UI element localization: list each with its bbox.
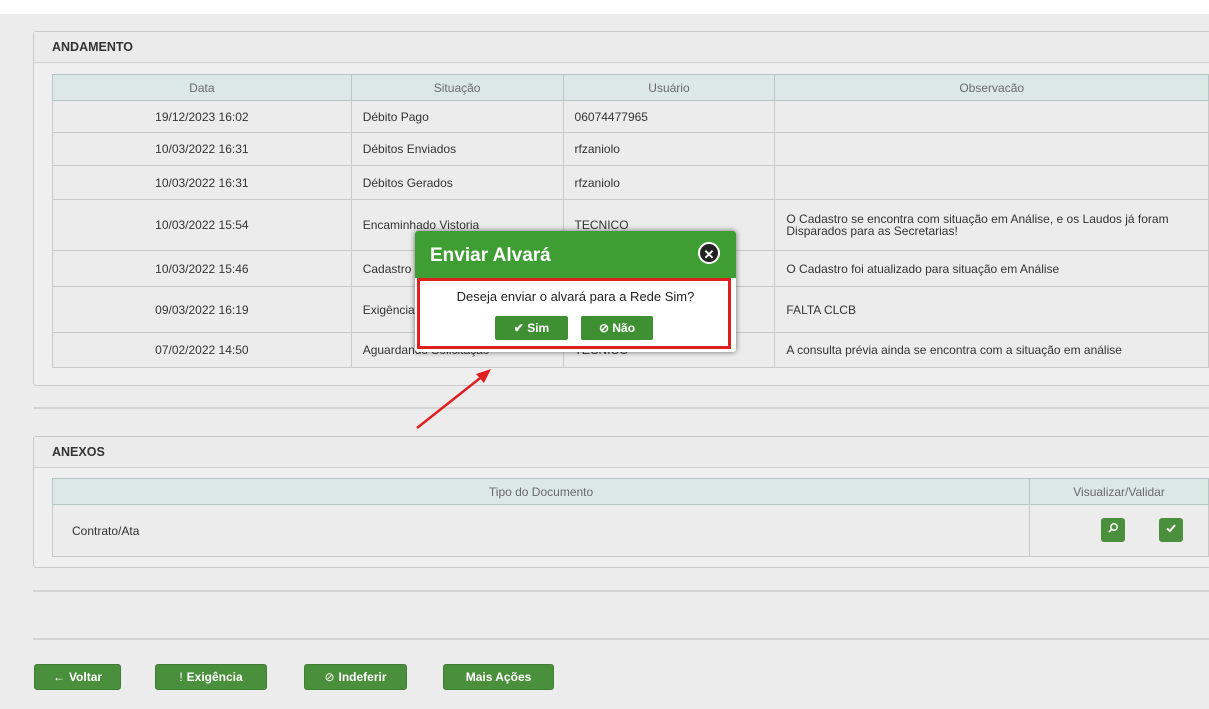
- indeferir-button[interactable]: ⊘ Indeferir: [304, 664, 407, 690]
- cell-observacao: O Cadastro foi atualizado para situação …: [774, 250, 1209, 287]
- col-situacao[interactable]: Situação: [350, 74, 564, 101]
- cell-observacao: [774, 132, 1209, 166]
- cell-data: 10/03/2022 16:31: [52, 165, 352, 200]
- cell-situacao: Débito Pago: [350, 100, 564, 133]
- table-row: 10/03/2022 16:31 Débitos Enviados rfzani…: [52, 132, 1209, 166]
- mais-acoes-label: Mais Ações: [465, 670, 532, 684]
- cell-data: 10/03/2022 16:31: [52, 132, 352, 166]
- cell-observacao: [774, 165, 1209, 200]
- cell-data: 10/03/2022 15:54: [52, 199, 352, 251]
- col-data[interactable]: Data: [52, 74, 352, 101]
- exclamation-icon: !: [179, 670, 183, 684]
- arrow-left-icon: ←: [52, 670, 65, 684]
- col-usuario[interactable]: Usuário: [562, 74, 776, 101]
- indeferir-label: Indeferir: [338, 670, 387, 684]
- cell-observacao: FALTA CLCB: [774, 286, 1209, 333]
- table-row: 19/12/2023 16:02 Débito Pago 06074477965: [52, 100, 1209, 133]
- voltar-button[interactable]: ← Voltar: [34, 664, 121, 690]
- cell-usuario: 06074477965: [562, 100, 776, 133]
- top-strip: [0, 0, 1209, 14]
- col-visualizar-validar[interactable]: Visualizar/Validar: [1029, 478, 1209, 505]
- anexos-header-row: Tipo do Documento Visualizar/Validar: [51, 478, 1209, 505]
- search-icon: [1108, 523, 1118, 533]
- table-row: Contrato/Ata: [51, 504, 1209, 557]
- cell-situacao: Débitos Enviados: [350, 132, 564, 166]
- anexos-title: ANEXOS: [34, 437, 1209, 468]
- cell-observacao: A consulta prévia ainda se encontra com …: [774, 332, 1209, 368]
- andamento-header-row: Data Situação Usuário Observacão: [52, 74, 1209, 101]
- cell-data: 09/03/2022 16:19: [52, 286, 352, 333]
- cell-tipo-documento: Contrato/Ata: [51, 504, 1031, 557]
- validate-document-button[interactable]: [1159, 518, 1183, 542]
- dialog-title: Enviar Alvará: [430, 245, 551, 266]
- cell-observacao: [774, 100, 1209, 133]
- cell-situacao: Débitos Gerados: [350, 165, 564, 200]
- check-icon: [1166, 524, 1176, 533]
- divider: [33, 407, 1209, 409]
- cell-data: 07/02/2022 14:50: [52, 332, 352, 368]
- ban-icon: ⊘: [324, 670, 335, 684]
- divider: [33, 638, 1209, 640]
- cell-usuario: rfzaniolo: [562, 165, 776, 200]
- andamento-title: ANDAMENTO: [34, 32, 1209, 63]
- cell-observacao: O Cadastro se encontra com situação em A…: [774, 199, 1209, 251]
- cell-data: 10/03/2022 15:46: [52, 250, 352, 287]
- view-document-button[interactable]: [1101, 518, 1125, 542]
- exigencia-label: Exigência: [186, 670, 243, 684]
- cell-data: 19/12/2023 16:02: [52, 100, 352, 133]
- voltar-label: Voltar: [68, 670, 103, 684]
- anexos-table: Tipo do Documento Visualizar/Validar Con…: [51, 478, 1209, 557]
- col-observacao[interactable]: Observacão: [774, 74, 1209, 101]
- mais-acoes-button[interactable]: Mais Ações: [443, 664, 554, 690]
- highlight-frame: [417, 278, 731, 349]
- divider: [33, 590, 1209, 592]
- table-row: 10/03/2022 16:31 Débitos Gerados rfzanio…: [52, 165, 1209, 200]
- cell-usuario: rfzaniolo: [562, 132, 776, 166]
- close-icon[interactable]: ✕: [698, 242, 720, 264]
- exigencia-button[interactable]: ! Exigência: [155, 664, 267, 690]
- col-tipo-documento[interactable]: Tipo do Documento: [51, 478, 1031, 505]
